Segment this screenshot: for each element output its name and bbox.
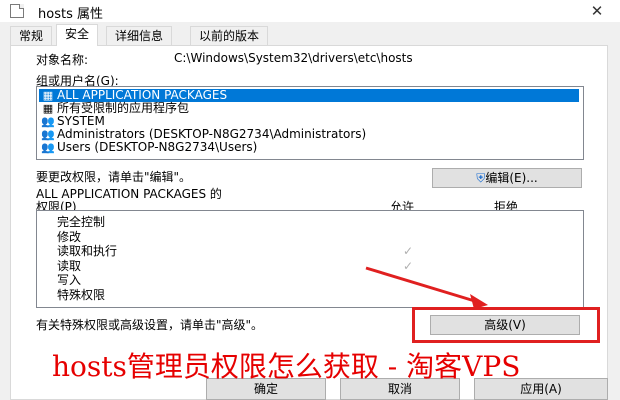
users-icon: 👥: [41, 141, 55, 154]
allow-check-icon: ✓: [403, 259, 414, 273]
group-name: 所有受限制的应用程序包: [57, 101, 190, 115]
permission-row: 特殊权限: [57, 288, 106, 302]
highlight-box: [412, 307, 600, 343]
groups-list[interactable]: ▦ ALL APPLICATION PACKAGES ▦ 所有受限制的应用程序包 👥…: [36, 86, 584, 160]
allow-check-icon: ✓: [403, 244, 414, 258]
group-name: ALL APPLICATION PACKAGES: [57, 88, 228, 102]
close-icon[interactable]: ✕: [582, 0, 612, 22]
users-icon: 👥: [41, 115, 55, 128]
restricted-package-icon: ▦: [42, 102, 54, 115]
change-permissions-hint: 要更改权限，请单击"编辑"。: [36, 170, 192, 184]
permission-row: 修改: [57, 230, 82, 244]
group-name: SYSTEM: [57, 114, 105, 128]
group-item-users[interactable]: 👥 Users (DESKTOP-N8G2734\Users): [39, 140, 258, 155]
permission-row: 写入: [57, 273, 82, 287]
permissions-list: 完全控制 修改 读取和执行 ✓ 读取 ✓ 写入 特殊权限: [36, 210, 584, 308]
tab-details[interactable]: 详细信息: [106, 26, 173, 45]
window-title: hosts 属性: [38, 7, 103, 22]
edit-button[interactable]: ⛨编辑(E)...: [432, 168, 582, 188]
object-name-label: 对象名称:: [36, 53, 89, 67]
package-group-icon: ▦: [42, 89, 54, 102]
users-icon: 👥: [41, 128, 55, 141]
edit-button-label: 编辑(E)...: [485, 171, 538, 185]
advanced-hint: 有关特殊权限或高级设置，请单击"高级"。: [36, 318, 264, 332]
watermark-caption: hosts管理员权限怎么获取 - 淘客VPS: [52, 350, 521, 383]
file-icon: [10, 4, 24, 18]
permission-row: 完全控制: [57, 215, 106, 229]
group-name: Administrators (DESKTOP-N8G2734\Administ…: [57, 127, 367, 141]
tab-previous-versions[interactable]: 以前的版本: [190, 26, 269, 45]
permission-row: 读取和执行: [57, 244, 118, 258]
title-bar: hosts 属性 ✕: [0, 0, 620, 22]
object-name-value: C:\Windows\System32\drivers\etc\hosts: [174, 51, 413, 65]
tab-security[interactable]: 安全: [56, 24, 99, 46]
shield-icon: ⛨: [476, 171, 486, 185]
permission-row: 读取: [57, 259, 82, 273]
group-name: Users (DESKTOP-N8G2734\Users): [57, 140, 258, 154]
tab-general[interactable]: 常规: [10, 26, 53, 45]
